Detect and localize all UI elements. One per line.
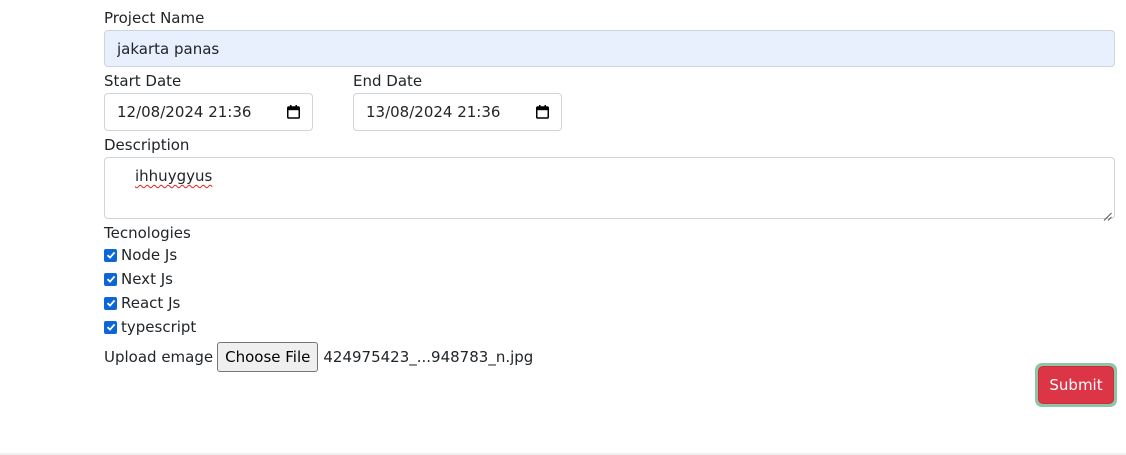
choose-file-button[interactable]: Choose File bbox=[217, 342, 319, 372]
technology-option-next[interactable]: Next Js bbox=[104, 267, 1115, 291]
project-name-label: Project Name bbox=[104, 9, 205, 27]
upload-group: Upload emage Choose File 424975423_...94… bbox=[104, 341, 1115, 373]
checkbox-typescript[interactable] bbox=[104, 320, 117, 334]
technology-option-react[interactable]: React Js bbox=[104, 291, 1115, 315]
start-date-label: Start Date bbox=[104, 72, 182, 90]
calendar-icon[interactable] bbox=[287, 105, 300, 119]
description-label: Description bbox=[104, 136, 190, 154]
checkbox-react-js[interactable] bbox=[104, 296, 117, 310]
end-date-label: End Date bbox=[353, 72, 423, 90]
submit-focus-ring: Submit bbox=[1035, 363, 1117, 407]
check-icon bbox=[106, 299, 115, 307]
upload-label: Upload emage bbox=[104, 348, 214, 366]
calendar-icon[interactable] bbox=[536, 105, 549, 119]
end-date-value: 13/08/2024 21:36 bbox=[366, 103, 501, 121]
technology-option-node[interactable]: Node Js bbox=[104, 243, 1115, 267]
start-date-group: Start Date 12/08/2024 21:36 bbox=[104, 71, 353, 131]
start-date-value: 12/08/2024 21:36 bbox=[117, 103, 252, 121]
checkbox-label: Node Js bbox=[121, 246, 178, 264]
checkbox-label: typescript bbox=[121, 318, 197, 336]
technologies-label: Tecnologies bbox=[104, 224, 191, 242]
submit-button[interactable]: Submit bbox=[1038, 366, 1114, 404]
checkbox-next-js[interactable] bbox=[104, 272, 117, 286]
end-date-group: End Date 13/08/2024 21:36 bbox=[353, 71, 602, 131]
technology-option-typescript[interactable]: typescript bbox=[104, 315, 1115, 339]
description-value: ihhuygyus bbox=[135, 167, 213, 185]
check-icon bbox=[106, 275, 115, 283]
start-date-input[interactable]: 12/08/2024 21:36 bbox=[104, 93, 313, 131]
description-textarea[interactable]: ihhuygyus bbox=[104, 157, 1115, 221]
technologies-group: Tecnologies Node Js Next Js React Js typ… bbox=[104, 223, 1115, 339]
description-group: Description ihhuygyus bbox=[104, 135, 1115, 221]
end-date-input[interactable]: 13/08/2024 21:36 bbox=[353, 93, 562, 131]
check-icon bbox=[106, 251, 115, 259]
project-name-input[interactable] bbox=[104, 30, 1115, 67]
checkbox-label: Next Js bbox=[121, 270, 173, 288]
project-form: Project Name Start Date 12/08/2024 21:36… bbox=[104, 8, 1115, 373]
checkbox-label: React Js bbox=[121, 294, 181, 312]
date-row: Start Date 12/08/2024 21:36 End Date 13/… bbox=[104, 71, 1115, 131]
selected-file-name: 424975423_...948783_n.jpg bbox=[323, 348, 534, 366]
resize-handle-icon[interactable] bbox=[1103, 207, 1112, 221]
checkbox-node-js[interactable] bbox=[104, 248, 117, 262]
check-icon bbox=[106, 323, 115, 331]
